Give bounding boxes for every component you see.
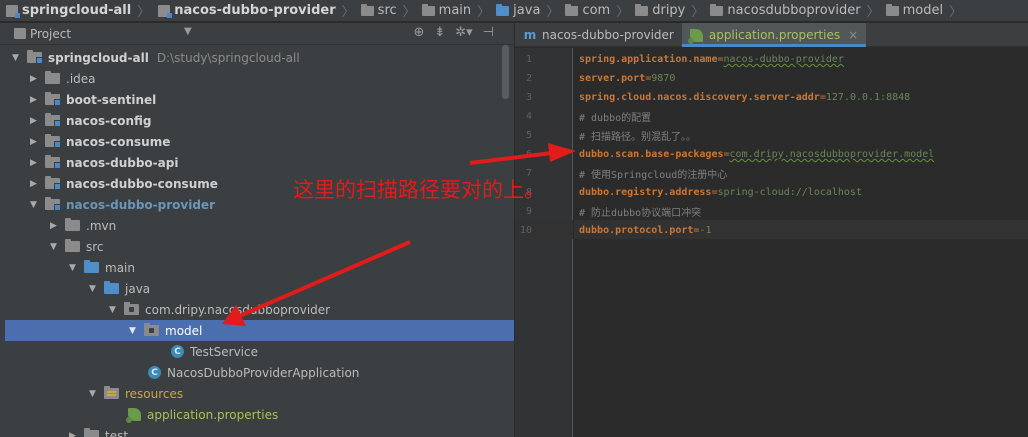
annotation-arrows (222, 143, 576, 326)
arrow-to-config-line (469, 143, 576, 165)
arrow-to-model-package (222, 240, 411, 326)
